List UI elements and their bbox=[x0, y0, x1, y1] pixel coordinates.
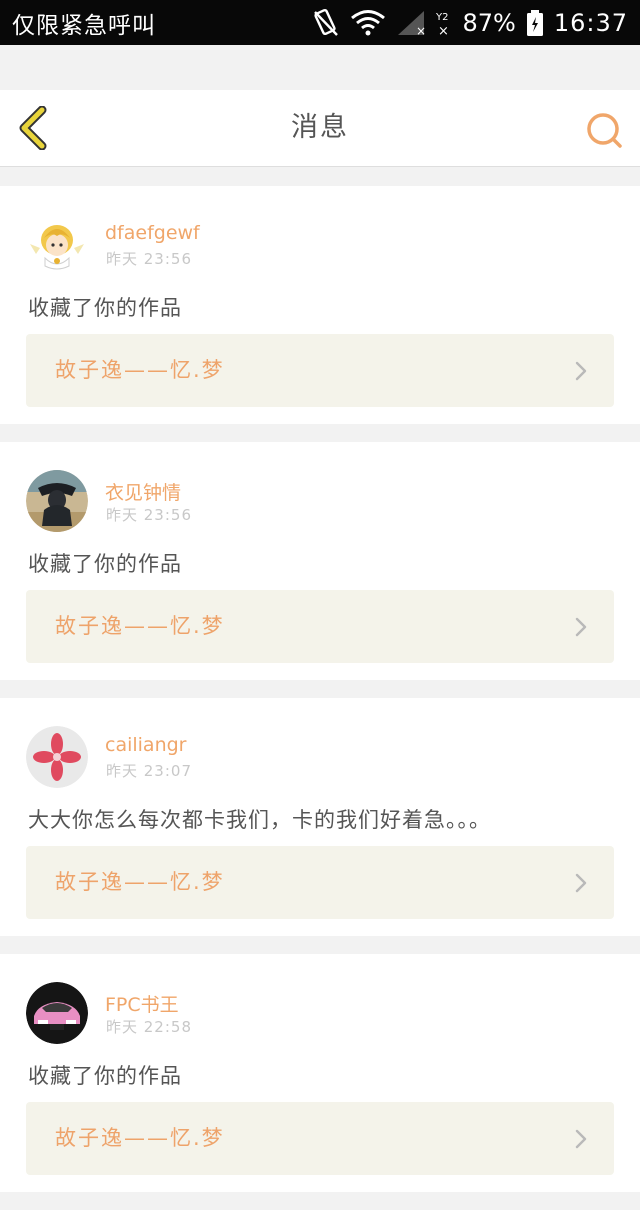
clock: 16:37 bbox=[553, 8, 628, 37]
chevron-right-icon bbox=[575, 1129, 587, 1149]
username[interactable]: FPC书王 bbox=[105, 990, 179, 1017]
avatar[interactable] bbox=[26, 982, 88, 1044]
timestamp: 昨天 22:58 bbox=[106, 1018, 192, 1036]
message-card: FPC书王 昨天 22:58 收藏了你的作品 故子逸——忆.梦 bbox=[0, 954, 640, 1192]
work-link[interactable]: 故子逸——忆.梦 bbox=[26, 334, 614, 407]
username[interactable]: cailiangr bbox=[105, 734, 186, 756]
cartoon-avatar-icon bbox=[26, 214, 88, 276]
nav-bar: 消息 bbox=[0, 90, 640, 167]
work-link[interactable]: 故子逸——忆.梦 bbox=[26, 590, 614, 663]
photo-avatar-icon bbox=[26, 470, 88, 532]
chevron-right-icon bbox=[575, 617, 587, 637]
timestamp: 昨天 23:07 bbox=[106, 762, 192, 780]
battery-icon bbox=[526, 9, 544, 37]
message-list: dfaefgewf 昨天 23:56 收藏了你的作品 故子逸——忆.梦 衣见钟情… bbox=[0, 186, 640, 1210]
chevron-right-icon bbox=[575, 361, 587, 381]
sim-icon: Y2 × bbox=[436, 9, 452, 37]
search-icon bbox=[587, 113, 622, 148]
work-link[interactable]: 故子逸——忆.梦 bbox=[26, 1102, 614, 1175]
carrier-text: 仅限紧急呼叫 bbox=[12, 12, 156, 39]
car-avatar-icon bbox=[26, 982, 88, 1044]
work-title: 故子逸——忆.梦 bbox=[55, 614, 225, 638]
message-card: 衣见钟情 昨天 23:56 收藏了你的作品 故子逸——忆.梦 bbox=[0, 442, 640, 680]
message-text: 大大你怎么每次都卡我们，卡的我们好着急。。。 bbox=[28, 808, 491, 832]
avatar[interactable] bbox=[26, 726, 88, 788]
username[interactable]: dfaefgewf bbox=[105, 222, 200, 244]
signal-icon: × bbox=[396, 9, 426, 37]
message-text: 收藏了你的作品 bbox=[28, 296, 182, 320]
timestamp: 昨天 23:56 bbox=[106, 506, 192, 524]
message-text: 收藏了你的作品 bbox=[28, 1064, 182, 1088]
avatar[interactable] bbox=[26, 470, 88, 532]
search-button[interactable] bbox=[584, 110, 624, 150]
page-title: 消息 bbox=[291, 112, 349, 143]
vibrate-icon bbox=[312, 8, 340, 38]
battery-percent: 87% bbox=[462, 8, 516, 37]
work-title: 故子逸——忆.梦 bbox=[55, 358, 225, 382]
flower-avatar-icon bbox=[26, 726, 88, 788]
username[interactable]: 衣见钟情 bbox=[105, 478, 181, 505]
timestamp: 昨天 23:56 bbox=[106, 250, 192, 268]
chevron-right-icon bbox=[575, 873, 587, 893]
message-card: cailiangr 昨天 23:07 大大你怎么每次都卡我们，卡的我们好着急。。… bbox=[0, 698, 640, 936]
work-link[interactable]: 故子逸——忆.梦 bbox=[26, 846, 614, 919]
status-icons: × Y2 × 87% 16:37 bbox=[312, 8, 628, 38]
status-bar: 仅限紧急呼叫 × Y2 × 87% 16:37 bbox=[0, 0, 640, 45]
svg-text:×: × bbox=[438, 24, 449, 37]
avatar[interactable] bbox=[26, 214, 88, 276]
sim-label: Y2 bbox=[436, 12, 448, 23]
message-card: dfaefgewf 昨天 23:56 收藏了你的作品 故子逸——忆.梦 bbox=[0, 186, 640, 424]
svg-text:×: × bbox=[416, 24, 426, 37]
message-text: 收藏了你的作品 bbox=[28, 552, 182, 576]
work-title: 故子逸——忆.梦 bbox=[55, 1126, 225, 1150]
work-title: 故子逸——忆.梦 bbox=[55, 870, 225, 894]
wifi-icon bbox=[350, 9, 386, 37]
